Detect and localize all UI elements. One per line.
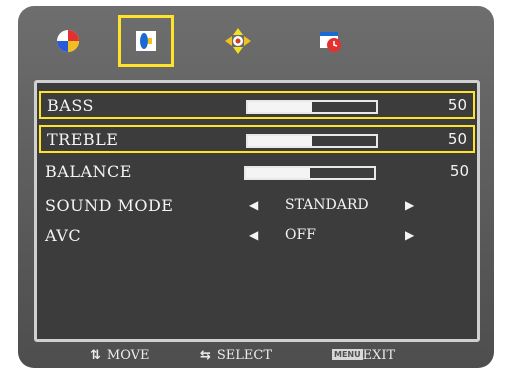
menu-key-icon: MENU <box>332 349 363 360</box>
move-hint: ⇅ MOVE <box>90 348 150 363</box>
sound-mode-label: SOUND MODE <box>45 196 174 215</box>
balance-slider[interactable] <box>244 166 376 180</box>
tab-setup[interactable] <box>210 15 266 67</box>
bass-row[interactable]: BASS 50 <box>39 91 475 119</box>
bass-slider-fill <box>248 102 312 112</box>
treble-row[interactable]: TREBLE 50 <box>39 125 475 153</box>
menu-tab-bar <box>18 6 494 76</box>
arrow-right-icon[interactable]: ▶ <box>405 228 414 242</box>
balance-label: BALANCE <box>45 162 132 181</box>
bass-slider[interactable] <box>246 100 378 114</box>
tab-picture[interactable] <box>40 15 96 67</box>
balance-value: 50 <box>449 162 469 180</box>
move-hint-label: MOVE <box>106 348 150 363</box>
treble-value: 50 <box>447 130 467 148</box>
treble-slider[interactable] <box>246 134 378 148</box>
arrow-left-icon[interactable]: ◀ <box>249 198 258 212</box>
tab-sound[interactable] <box>118 15 174 67</box>
osd-menu: BASS 50 TREBLE 50 BALANCE 50 SOUND MODE … <box>18 6 494 368</box>
sound-settings-panel: BASS 50 TREBLE 50 BALANCE 50 SOUND MODE … <box>34 80 480 342</box>
select-hint-label: SELECT <box>216 348 273 363</box>
picture-icon <box>57 30 79 52</box>
sound-mode-row[interactable]: SOUND MODE ◀ STANDARD ▶ <box>39 193 475 221</box>
left-right-arrows-icon: ⇆ <box>200 348 211 363</box>
up-down-arrows-icon: ⇅ <box>90 348 101 363</box>
bass-label: BASS <box>47 96 94 115</box>
treble-label: TREBLE <box>47 130 119 149</box>
sound-mode-option: STANDARD <box>285 197 369 213</box>
avc-option: OFF <box>285 227 316 243</box>
avc-label: AVC <box>45 226 82 245</box>
arrow-right-icon[interactable]: ▶ <box>405 198 414 212</box>
arrow-left-icon[interactable]: ◀ <box>249 228 258 242</box>
setup-icon <box>225 28 251 54</box>
tab-time[interactable] <box>302 15 358 67</box>
bass-value: 50 <box>447 96 467 114</box>
time-icon <box>320 32 341 52</box>
balance-slider-fill <box>246 168 310 178</box>
sound-icon <box>136 31 156 51</box>
footer-hints: ⇅ MOVE ⇆ SELECT MENU EXIT <box>18 346 494 368</box>
balance-row[interactable]: BALANCE 50 <box>39 159 475 187</box>
avc-row[interactable]: AVC ◀ OFF ▶ <box>39 223 475 251</box>
exit-hint: MENU EXIT <box>332 348 395 363</box>
treble-slider-fill <box>248 136 312 146</box>
exit-hint-label: EXIT <box>362 348 396 363</box>
select-hint: ⇆ SELECT <box>200 348 272 363</box>
